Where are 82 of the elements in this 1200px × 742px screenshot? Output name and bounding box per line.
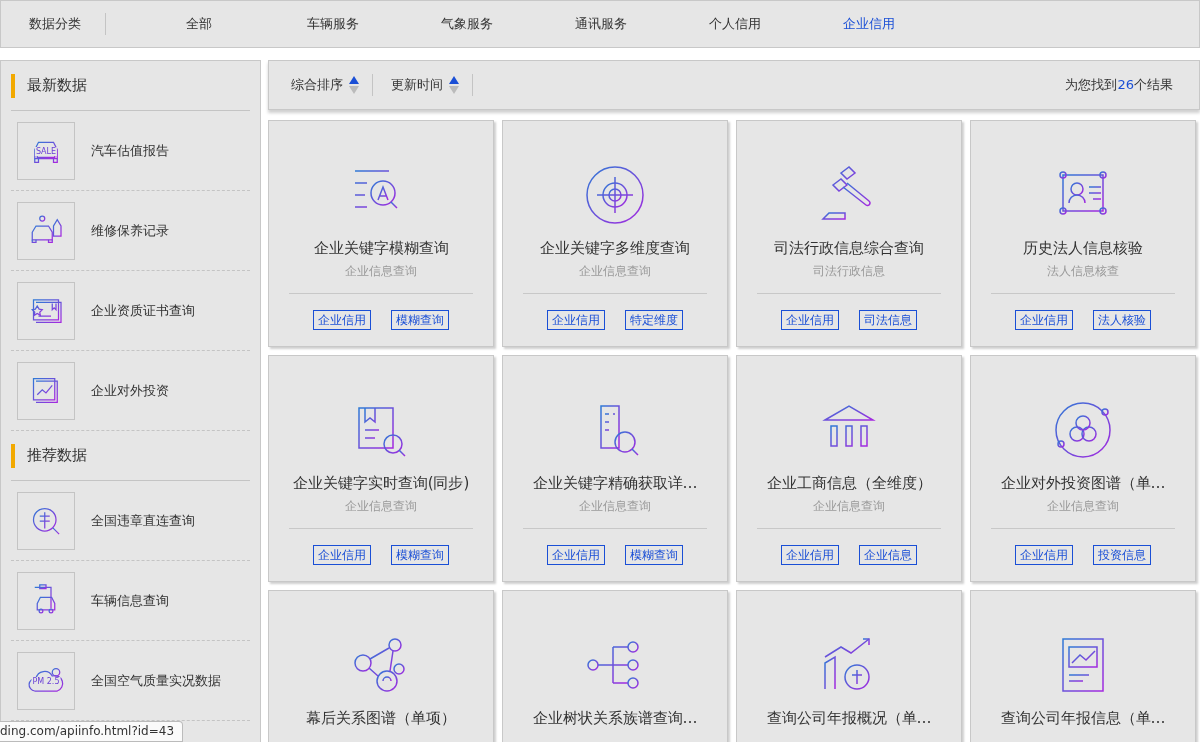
result-count-text: 为您找到26个结果 [1065, 76, 1173, 94]
sidebar-link[interactable]: 企业对外投资 [91, 381, 169, 400]
sort-button[interactable]: 更新时间 [391, 74, 473, 96]
icon-tile[interactable]: PM 2.5 [17, 651, 75, 710]
card-title: 企业树状关系族谱查询… [532, 709, 698, 728]
tag[interactable]: 模糊查询 [391, 545, 449, 565]
tag[interactable]: 模糊查询 [625, 545, 683, 565]
card-title: 司法行政信息综合查询 [774, 239, 924, 258]
section-title: 最新数据 [27, 76, 87, 95]
card-title: 企业关键字实时查询(同步) [292, 474, 470, 493]
api-card[interactable]: 幕后关系图谱（单项） [268, 590, 494, 742]
card-subtitle: 企业信息查询 [813, 499, 885, 514]
category-label: 数据分类 [1, 13, 106, 35]
icon-tile[interactable] [17, 361, 75, 420]
icon-label: PM 2.5 [31, 676, 61, 686]
api-card[interactable]: 企业关键字实时查询(同步) 企业信息查询 企业信用 模糊查询 [268, 355, 494, 582]
category-tab[interactable]: 企业信用 [802, 15, 936, 33]
section-title: 推荐数据 [27, 446, 87, 465]
api-card[interactable]: 企业工商信息（全维度） 企业信息查询 企业信用 企业信息 [736, 355, 962, 582]
card-subtitle: 企业信息查询 [1047, 499, 1119, 514]
card-title: 企业对外投资图谱（单… [1000, 474, 1166, 493]
api-card[interactable]: 企业对外投资图谱（单… 企业信息查询 企业信用 投资信息 [970, 355, 1196, 582]
tag[interactable]: 投资信息 [1093, 545, 1151, 565]
card-title: 企业关键字模糊查询 [313, 239, 449, 258]
tag[interactable]: 企业信用 [1015, 545, 1073, 565]
tag[interactable]: 企业信用 [547, 545, 605, 565]
category-tab[interactable]: 全部 [132, 15, 266, 33]
tag[interactable]: 模糊查询 [391, 310, 449, 330]
card-title: 查询公司年报信息（单… [1000, 709, 1166, 728]
tag[interactable]: 特定维度 [625, 310, 683, 330]
card-title: 企业关键字多维度查询 [540, 239, 690, 258]
sort-icon [449, 76, 459, 94]
api-card[interactable]: 司法行政信息综合查询 司法行政信息 企业信用 司法信息 [736, 120, 962, 347]
category-tab[interactable]: 气象服务 [400, 15, 534, 33]
icon-tile[interactable] [17, 571, 75, 630]
card-subtitle: 企业信息查询 [579, 499, 651, 514]
sort-button[interactable]: 综合排序 [291, 74, 373, 96]
icon-tile[interactable]: SALE [17, 121, 75, 180]
card-subtitle: 司法行政信息 [813, 264, 885, 279]
api-card[interactable]: 企业关键字精确获取详… 企业信息查询 企业信用 模糊查询 [502, 355, 728, 582]
api-card[interactable]: 企业关键字多维度查询 企业信息查询 企业信用 特定维度 [502, 120, 728, 347]
category-tab[interactable]: 个人信用 [668, 15, 802, 33]
tag[interactable]: 企业信息 [859, 545, 917, 565]
api-card[interactable]: 查询公司年报概况（单… [736, 590, 962, 742]
sidebar-link[interactable]: 车辆信息查询 [91, 591, 169, 610]
icon-label: SALE [34, 146, 58, 156]
card-subtitle: 企业信息查询 [579, 264, 651, 279]
api-card[interactable]: 查询公司年报信息（单… [970, 590, 1196, 742]
section-marker [11, 443, 15, 468]
icon-tile[interactable] [17, 491, 75, 550]
tag[interactable]: 企业信用 [1015, 310, 1073, 330]
card-title: 查询公司年报概况（单… [766, 709, 932, 728]
card-subtitle: 企业信息查询 [345, 499, 417, 514]
tag[interactable]: 企业信用 [781, 310, 839, 330]
card-subtitle: 企业信息查询 [345, 264, 417, 279]
sidebar-link[interactable]: 维修保养记录 [91, 221, 169, 240]
sidebar-link[interactable]: 全国违章直连查询 [91, 511, 195, 530]
icon-tile[interactable] [17, 281, 75, 340]
tag[interactable]: 企业信用 [313, 310, 371, 330]
status-url: ding.com/apiinfo.html?id=43 [0, 721, 184, 742]
sort-icon [349, 76, 359, 94]
tag[interactable]: 法人核验 [1093, 310, 1151, 330]
tag[interactable]: 司法信息 [859, 310, 917, 330]
card-title: 幕后关系图谱（单项） [306, 709, 456, 728]
tag[interactable]: 企业信用 [781, 545, 839, 565]
card-subtitle: 法人信息核查 [1047, 264, 1119, 279]
icon-tile[interactable] [17, 201, 75, 260]
card-title: 历史法人信息核验 [1023, 239, 1143, 258]
api-card[interactable]: 企业关键字模糊查询 企业信息查询 企业信用 模糊查询 [268, 120, 494, 347]
tag[interactable]: 企业信用 [313, 545, 371, 565]
sidebar-link[interactable]: 企业资质证书查询 [91, 301, 195, 320]
card-title: 企业关键字精确获取详… [532, 474, 698, 493]
section-marker [11, 73, 15, 98]
target-icon [583, 163, 647, 227]
card-title: 企业工商信息（全维度） [766, 474, 932, 493]
api-card[interactable]: 历史法人信息核验 法人信息核查 企业信用 法人核验 [970, 120, 1196, 347]
sidebar-link[interactable]: 汽车估值报告 [91, 141, 169, 160]
category-tab[interactable]: 通讯服务 [534, 15, 668, 33]
category-tab[interactable]: 车辆服务 [266, 15, 400, 33]
tag[interactable]: 企业信用 [547, 310, 605, 330]
api-card[interactable]: 企业树状关系族谱查询… [502, 590, 728, 742]
sidebar-link[interactable]: 全国空气质量实况数据 [91, 671, 221, 690]
